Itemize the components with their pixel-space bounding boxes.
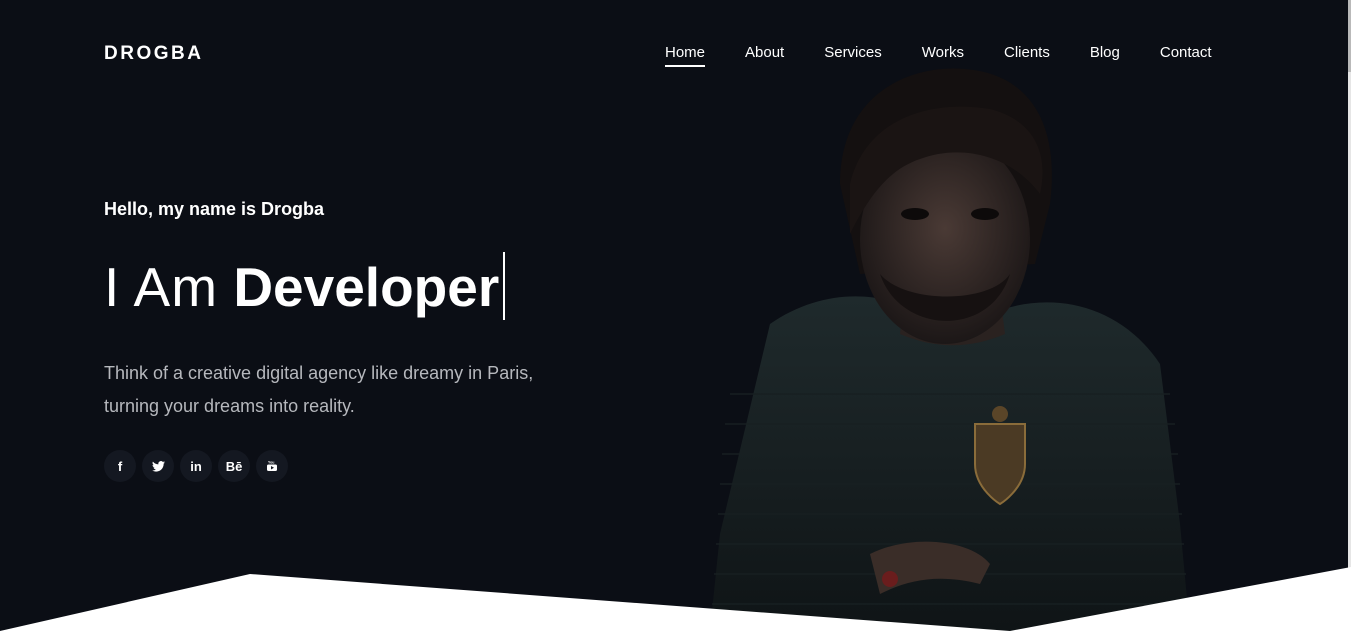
nav-services[interactable]: Services (824, 44, 882, 62)
nav-home[interactable]: Home (665, 44, 706, 67)
social-links: f in Bē You (104, 450, 288, 482)
main-nav: Home About Services Works Clients Blog C… (665, 44, 1252, 67)
youtube-shape: You (267, 461, 277, 471)
svg-text:You: You (268, 461, 274, 465)
twitter-bird-shape (151, 460, 165, 472)
nav-clients[interactable]: Clients (1004, 44, 1050, 62)
twitter-icon[interactable] (142, 450, 174, 482)
headline-bold: Developer (233, 256, 500, 318)
hero-headline: I Am Developer (104, 252, 506, 322)
hero-greeting: Hello, my name is Drogba (104, 199, 325, 219)
facebook-icon[interactable]: f (104, 450, 136, 482)
description-line-1: Think of a creative digital agency like … (104, 363, 534, 383)
hero-portrait-image (710, 68, 1190, 631)
nav-works[interactable]: Works (922, 44, 964, 62)
youtube-icon[interactable]: You (256, 450, 288, 482)
behance-icon[interactable]: Bē (218, 450, 250, 482)
description-line-2: turning your dreams into reality. (104, 396, 355, 416)
linkedin-icon[interactable]: in (180, 450, 212, 482)
typing-cursor (503, 252, 506, 320)
nav-contact[interactable]: Contact (1160, 44, 1212, 62)
angled-section-divider (0, 567, 1351, 631)
hero-description: Think of a creative digital agency like … (104, 357, 574, 423)
brand-logo[interactable]: DROGBA (104, 43, 203, 65)
nav-blog[interactable]: Blog (1090, 44, 1120, 62)
nav-about[interactable]: About (745, 44, 784, 62)
headline-light: I Am (104, 256, 219, 318)
